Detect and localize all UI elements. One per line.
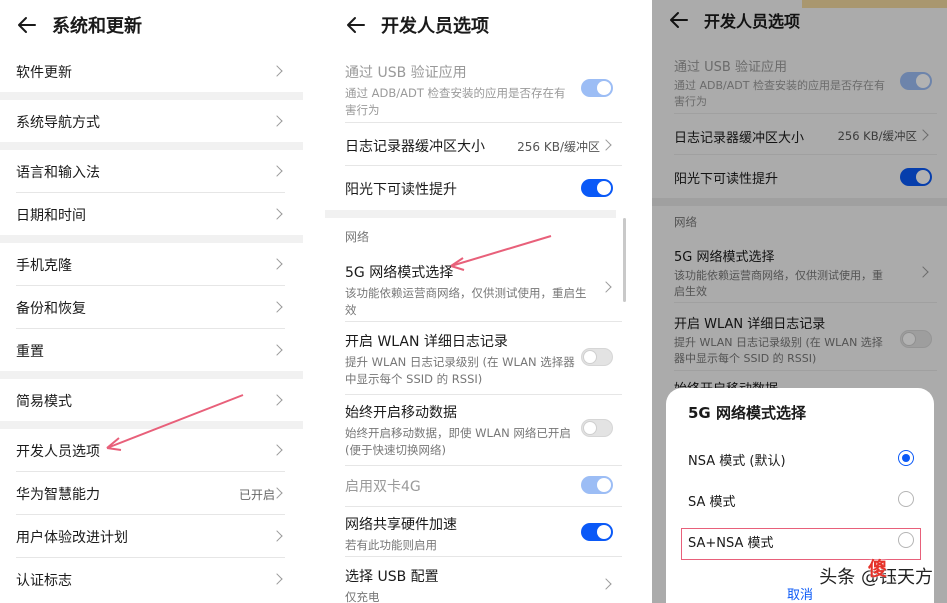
menu-item-developer-options[interactable]: 开发人员选项	[0, 429, 303, 471]
menu-item-huawei-smart[interactable]: 华为智慧能力 已开启	[0, 472, 303, 514]
header: 开发人员选项	[313, 0, 636, 50]
mobile-data-toggle[interactable]	[581, 419, 613, 437]
setting-usb-config[interactable]: 选择 USB 配置 仅充电	[345, 566, 622, 603]
option-nsa[interactable]: NSA 模式 (默认)	[688, 440, 914, 476]
watermark-logo: 傻	[867, 558, 887, 580]
radio-selected-icon[interactable]	[898, 450, 914, 466]
menu-item-label: 日期和时间	[16, 208, 86, 224]
divider	[0, 371, 303, 379]
header: 系统和更新	[0, 0, 303, 50]
menu-item-simple-mode[interactable]: 简易模式	[0, 379, 303, 421]
setting-desc: 该功能依赖运营商网络，仅供测试使用，重启生效	[345, 286, 587, 317]
divider	[0, 142, 303, 150]
menu-item-certification[interactable]: 认证标志	[0, 558, 303, 600]
divider	[325, 210, 616, 218]
menu-item-label: 手机克隆	[16, 258, 72, 274]
option-sa[interactable]: SA 模式	[688, 481, 914, 517]
menu-item-ux-program[interactable]: 用户体验改进计划	[0, 515, 303, 557]
tether-toggle[interactable]	[581, 523, 613, 541]
menu-item-label: 认证标志	[16, 573, 72, 589]
setting-desc: 仅充电	[345, 590, 380, 603]
divider	[345, 122, 622, 123]
menu-item-reset[interactable]: 重置	[0, 329, 303, 371]
divider	[0, 421, 303, 429]
menu-item-label: 重置	[16, 344, 44, 360]
divider	[345, 165, 622, 166]
setting-title: 5G 网络模式选择	[345, 265, 454, 281]
chevron-right-icon	[271, 65, 283, 77]
menu-item-software-update[interactable]: 软件更新	[0, 50, 303, 92]
settings-system-update-screen: 系统和更新 软件更新 系统导航方式 语言和输入法 日期和时间 手机克隆 备份和恢…	[0, 0, 303, 603]
divider	[0, 235, 303, 243]
divider	[345, 394, 622, 395]
chevron-right-icon	[271, 344, 283, 356]
option-label: SA 模式	[688, 495, 736, 510]
divider	[345, 506, 622, 507]
chevron-right-icon	[271, 165, 283, 177]
setting-title: 开启 WLAN 详细日志记录	[345, 334, 508, 350]
menu-item-date-time[interactable]: 日期和时间	[0, 193, 303, 235]
setting-title: 选择 USB 配置	[345, 569, 439, 585]
radio-icon[interactable]	[898, 491, 914, 507]
divider	[345, 321, 622, 322]
chevron-right-icon	[271, 258, 283, 270]
dialog-title: 5G 网络模式选择	[688, 404, 806, 422]
menu-item-label: 用户体验改进计划	[16, 530, 128, 546]
menu-item-phone-clone[interactable]: 手机克隆	[0, 243, 303, 285]
menu-item-language[interactable]: 语言和输入法	[0, 150, 303, 192]
section-header: 网络	[345, 230, 370, 244]
option-label: NSA 模式 (默认)	[688, 454, 786, 469]
chevron-right-icon	[271, 573, 283, 585]
log-buffer-value: 256 KB/缓冲区	[517, 140, 600, 154]
setting-desc: 提升 WLAN 日志记录级别 (在 WLAN 选择器中显示每个 SSID 的 R…	[345, 355, 575, 386]
chevron-right-icon	[271, 115, 283, 127]
chevron-right-icon	[271, 530, 283, 542]
setting-desc: 始终开启移动数据，即使 WLAN 网络已开启 (便于快速切换网络)	[345, 426, 571, 457]
scrollbar[interactable]	[623, 218, 626, 302]
dual-4g-toggle[interactable]	[581, 476, 613, 494]
setting-title: 始终开启移动数据	[345, 405, 457, 421]
page-title: 系统和更新	[52, 16, 142, 37]
usb-verify-toggle[interactable]	[581, 79, 613, 97]
chevron-right-icon	[271, 208, 283, 220]
setting-desc: 若有此功能则启用	[345, 538, 437, 552]
status-value: 已开启	[238, 488, 275, 502]
setting-desc: 通过 ADB/ADT 检查安装的应用是否存在有害行为	[345, 86, 566, 117]
menu-item-label: 备份和恢复	[16, 301, 86, 317]
sunlight-toggle[interactable]	[581, 179, 613, 197]
menu-item-label: 简易模式	[16, 394, 72, 410]
menu-item-label: 语言和输入法	[16, 165, 100, 181]
chevron-right-icon	[271, 394, 283, 406]
setting-5g-mode[interactable]: 5G 网络模式选择 该功能依赖运营商网络，仅供测试使用，重启生效	[345, 262, 622, 319]
divider	[345, 465, 622, 466]
setting-title: 通过 USB 验证应用	[345, 65, 467, 81]
page-title: 开发人员选项	[381, 16, 489, 37]
divider	[0, 92, 303, 100]
chevron-right-icon	[271, 444, 283, 456]
back-arrow-icon[interactable]	[16, 14, 38, 36]
back-arrow-icon[interactable]	[345, 14, 367, 36]
chevron-right-icon	[271, 301, 283, 313]
menu-item-label: 华为智慧能力	[16, 487, 100, 503]
menu-item-label: 软件更新	[16, 65, 72, 81]
menu-item-label: 开发人员选项	[16, 444, 100, 460]
menu-item-navigation[interactable]: 系统导航方式	[0, 100, 303, 142]
wlan-log-toggle[interactable]	[581, 348, 613, 366]
menu-item-label: 系统导航方式	[16, 115, 100, 131]
divider	[345, 556, 622, 557]
menu-item-backup-restore[interactable]: 备份和恢复	[0, 286, 303, 328]
developer-options-screen: 开发人员选项 通过 USB 验证应用 通过 ADB/ADT 检查安装的应用是否存…	[313, 0, 636, 603]
developer-options-dialog-screen: 开发人员选项 通过 USB 验证应用 通过 ADB/ADT 检查安装的应用是否存…	[652, 0, 947, 603]
